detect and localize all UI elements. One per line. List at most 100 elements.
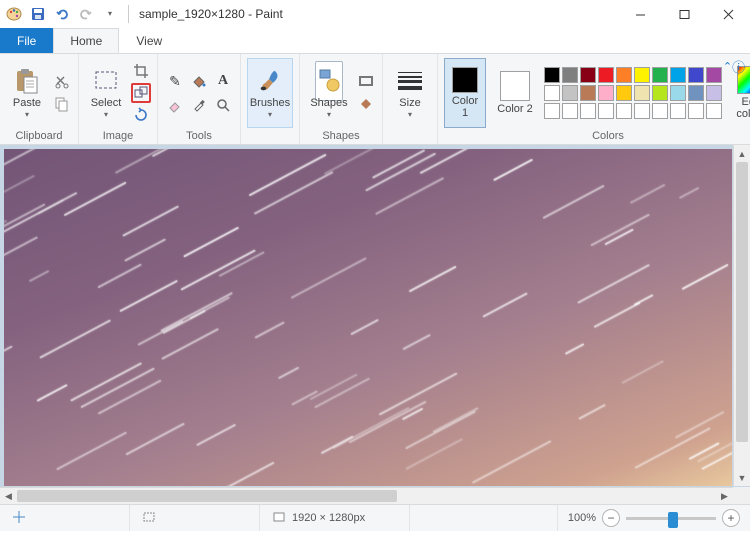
palette-color[interactable] <box>598 85 614 101</box>
zoom-controls: 100% − + <box>558 509 750 527</box>
palette-color[interactable] <box>670 67 686 83</box>
palette-color[interactable] <box>616 85 632 101</box>
scroll-right-icon[interactable]: ▶ <box>716 488 733 504</box>
group-shapes: Shapes ▾ Shapes <box>300 54 383 144</box>
color1-swatch <box>452 67 478 93</box>
save-icon[interactable] <box>28 4 48 24</box>
scrollbar-thumb[interactable] <box>736 162 748 442</box>
palette-color[interactable] <box>562 103 578 119</box>
palette-color[interactable] <box>634 67 650 83</box>
palette-color[interactable] <box>580 85 596 101</box>
color2-button[interactable]: Color 2 <box>494 58 536 128</box>
group-label-brushes <box>268 130 271 144</box>
close-button[interactable] <box>706 0 750 28</box>
vertical-scrollbar[interactable]: ▲ ▼ <box>733 145 750 486</box>
shape-fill-icon[interactable] <box>358 95 376 113</box>
brushes-label: Brushes <box>250 97 290 109</box>
select-button[interactable]: Select ▾ <box>85 58 127 128</box>
chevron-down-icon: ▾ <box>268 111 272 119</box>
palette-color[interactable] <box>580 67 596 83</box>
undo-icon[interactable] <box>52 4 72 24</box>
image-size-icon <box>272 510 286 527</box>
group-size: Size ▾ <box>383 54 438 144</box>
palette-color[interactable] <box>598 67 614 83</box>
palette-color[interactable] <box>670 103 686 119</box>
group-tools: ✎ A Tools <box>158 54 241 144</box>
eraser-tool-icon[interactable] <box>164 94 186 116</box>
palette-color[interactable] <box>634 103 650 119</box>
redo-icon[interactable] <box>76 4 96 24</box>
minimize-button[interactable] <box>618 0 662 28</box>
fill-tool-icon[interactable] <box>188 70 210 92</box>
palette-color[interactable] <box>634 85 650 101</box>
tab-view[interactable]: View <box>119 28 179 53</box>
zoom-slider[interactable] <box>626 517 716 520</box>
collapse-ribbon-icon[interactable]: ⌃ ⓘ <box>724 56 744 76</box>
rotate-icon[interactable] <box>131 105 151 125</box>
group-colors: Color 1 Color 2 Edit colors Colors <box>438 54 750 144</box>
qat-dropdown-icon[interactable]: ▾ <box>100 4 120 24</box>
palette-color[interactable] <box>544 85 560 101</box>
maximize-button[interactable] <box>662 0 706 28</box>
palette-color[interactable] <box>706 67 722 83</box>
palette-color[interactable] <box>652 85 668 101</box>
select-label: Select <box>91 97 122 109</box>
palette-color[interactable] <box>688 67 704 83</box>
palette-color[interactable] <box>562 85 578 101</box>
canvas[interactable] <box>4 149 732 486</box>
tab-file[interactable]: File <box>0 28 53 53</box>
magnifier-tool-icon[interactable] <box>212 94 234 116</box>
group-label-image: Image <box>103 130 134 144</box>
horizontal-scrollbar[interactable]: ◀ ▶ <box>0 487 733 504</box>
palette-color[interactable] <box>544 67 560 83</box>
palette-color[interactable] <box>616 103 632 119</box>
status-image-size: 1920 × 1280px <box>260 505 410 531</box>
palette-color[interactable] <box>544 103 560 119</box>
color-palette <box>544 67 722 119</box>
shapes-button[interactable]: Shapes ▾ <box>306 58 352 128</box>
palette-color[interactable] <box>598 103 614 119</box>
scrollbar-thumb[interactable] <box>17 490 397 502</box>
palette-color[interactable] <box>616 67 632 83</box>
palette-color[interactable] <box>688 85 704 101</box>
size-button[interactable]: Size ▾ <box>389 58 431 128</box>
chevron-down-icon: ▾ <box>104 111 108 119</box>
palette-color[interactable] <box>580 103 596 119</box>
shape-outline-icon[interactable] <box>358 73 376 91</box>
palette-color[interactable] <box>652 103 668 119</box>
palette-color[interactable] <box>670 85 686 101</box>
color1-label: Color 1 <box>448 95 482 119</box>
pencil-tool-icon[interactable]: ✎ <box>164 70 186 92</box>
palette-color[interactable] <box>652 67 668 83</box>
brushes-button[interactable]: Brushes ▾ <box>247 58 293 128</box>
scroll-down-icon[interactable]: ▼ <box>734 469 750 486</box>
chevron-down-icon: ▾ <box>25 111 29 119</box>
palette-color[interactable] <box>688 103 704 119</box>
window-title: sample_1920×1280 - Paint <box>133 7 283 21</box>
paste-button[interactable]: Paste ▾ <box>6 58 48 128</box>
zoom-in-button[interactable]: + <box>722 509 740 527</box>
cut-icon[interactable] <box>52 72 72 92</box>
color1-button[interactable]: Color 1 <box>444 58 486 128</box>
status-file-size <box>410 505 558 531</box>
group-label-tools: Tools <box>186 130 212 144</box>
palette-color[interactable] <box>706 103 722 119</box>
scroll-up-icon[interactable]: ▲ <box>734 145 750 162</box>
group-image: Select ▾ Image <box>79 54 158 144</box>
resize-icon[interactable] <box>131 83 151 103</box>
shapes-icon <box>315 67 343 95</box>
crop-icon[interactable] <box>131 61 151 81</box>
color-picker-tool-icon[interactable] <box>188 94 210 116</box>
copy-icon[interactable] <box>52 94 72 114</box>
tab-bar: File Home View ⌃ ⓘ <box>0 28 750 53</box>
text-tool-icon[interactable]: A <box>212 70 234 92</box>
scroll-left-icon[interactable]: ◀ <box>0 488 17 504</box>
chevron-down-icon: ▾ <box>408 111 412 119</box>
slider-knob[interactable] <box>668 512 678 528</box>
palette-color[interactable] <box>562 67 578 83</box>
zoom-out-button[interactable]: − <box>602 509 620 527</box>
paste-icon <box>13 67 41 95</box>
tab-home[interactable]: Home <box>53 28 119 53</box>
group-label-size <box>408 130 411 144</box>
palette-color[interactable] <box>706 85 722 101</box>
